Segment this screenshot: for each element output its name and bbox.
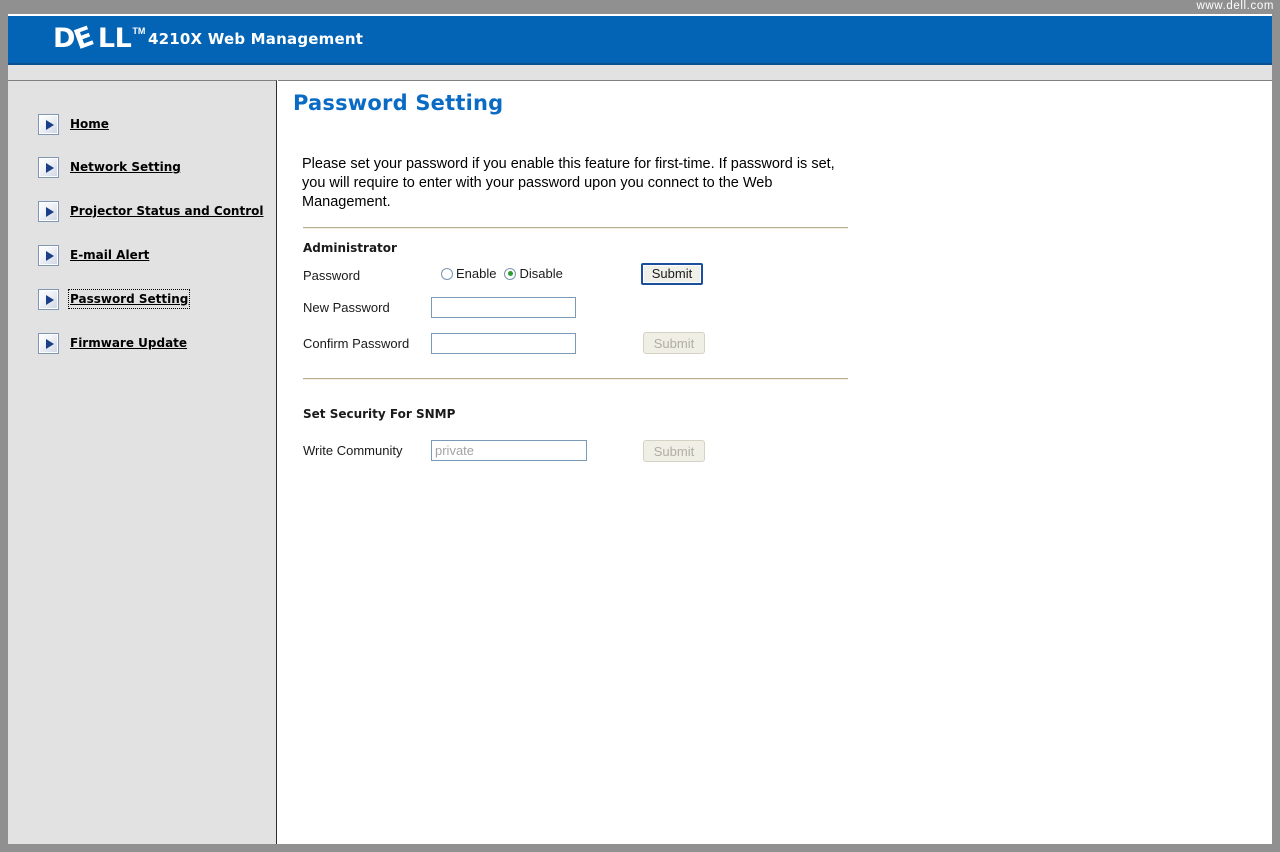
dell-url-text: www.dell.com <box>1196 0 1274 12</box>
header-banner: D E LL TM 4210X Web Management <box>8 16 1272 65</box>
sidebar-item-label: Projector Status and Control <box>70 204 264 218</box>
divider-above-administrator <box>303 227 848 229</box>
play-triangle-icon <box>38 288 59 310</box>
banner-title: 4210X Web Management <box>148 30 364 48</box>
dell-logo-e-slanted: E <box>69 20 98 57</box>
main-content: Password Setting Please set your passwor… <box>278 80 1272 844</box>
sidebar-item-label: E-mail Alert <box>70 248 150 262</box>
radio-disable-dot <box>504 267 517 280</box>
sidebar-item-projector-status-and-control[interactable]: Projector Status and Control <box>38 200 265 222</box>
sidebar-item-label: Firmware Update <box>70 336 188 350</box>
sidebar-nav: Home Network Setting Projector Status an… <box>8 80 277 844</box>
new-password-input[interactable] <box>431 297 576 318</box>
write-community-input[interactable] <box>431 440 587 461</box>
radio-enable-dot <box>441 267 453 280</box>
frame-left-border <box>0 14 8 852</box>
confirm-password-label: Confirm Password <box>303 336 410 351</box>
confirm-password-submit-button[interactable]: Submit <box>643 332 705 354</box>
new-password-label: New Password <box>303 300 390 315</box>
radio-disable[interactable]: Disable <box>504 266 563 281</box>
sidebar-item-label: Network Setting <box>70 160 181 174</box>
write-community-submit-button[interactable]: Submit <box>643 440 705 462</box>
dell-logo: D E LL TM <box>53 20 146 57</box>
radio-disable-label: Disable <box>519 266 563 281</box>
snmp-section-heading: Set Security For SNMP <box>303 407 456 421</box>
sidebar-item-label: Home <box>70 117 109 131</box>
administrator-section-heading: Administrator <box>303 241 397 255</box>
trademark-symbol: TM <box>132 26 146 36</box>
frame-bottom-border <box>0 844 1280 852</box>
write-community-label: Write Community <box>303 443 403 458</box>
play-triangle-icon <box>38 200 59 222</box>
sidebar-item-network-setting[interactable]: Network Setting <box>38 156 182 178</box>
sidebar-item-firmware-update[interactable]: Firmware Update <box>38 332 188 354</box>
play-triangle-icon <box>38 332 59 354</box>
confirm-password-input[interactable] <box>431 333 576 354</box>
sidebar-item-e-mail-alert[interactable]: E-mail Alert <box>38 244 150 266</box>
play-triangle-icon <box>38 113 59 135</box>
play-triangle-icon <box>38 244 59 266</box>
radio-enable-label: Enable <box>456 266 497 281</box>
top-url-bar: www.dell.com <box>0 0 1280 14</box>
sidebar-item-label: Password Setting <box>67 289 191 309</box>
password-label: Password <box>303 268 361 283</box>
frame-right-border <box>1272 14 1280 852</box>
header-subband <box>8 65 1272 80</box>
divider-above-snmp <box>303 378 848 380</box>
password-submit-button[interactable]: Submit <box>641 263 703 285</box>
dell-logo-ll: LL <box>97 23 132 54</box>
sidebar-item-home[interactable]: Home <box>38 113 110 135</box>
body-area: Home Network Setting Projector Status an… <box>8 80 1272 844</box>
intro-description: Please set your password if you enable t… <box>302 156 835 210</box>
sidebar-item-password-setting[interactable]: Password Setting <box>38 288 191 310</box>
page-root: www.dell.com D E LL TM 4210X Web Managem… <box>0 0 1280 852</box>
password-enable-radio-group: Enable Disable <box>441 266 563 281</box>
radio-enable[interactable]: Enable <box>441 266 496 281</box>
play-triangle-icon <box>38 156 59 178</box>
page-title: Password Setting <box>293 91 504 115</box>
